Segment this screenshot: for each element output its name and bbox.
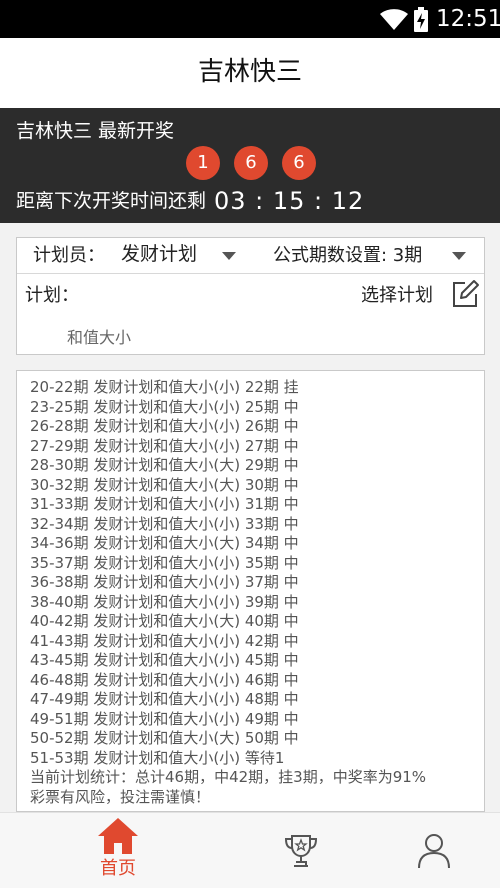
record-row: 35-37期 发财计划和值大小(小) 35期 中 — [30, 553, 299, 572]
periods-select[interactable]: 公式期数设置: 3期 — [273, 243, 422, 268]
record-row: 51-53期 发财计划和值大小(小) 等待1 — [30, 748, 285, 767]
status-time: 12:51 — [436, 6, 500, 32]
record-row: 30-32期 发财计划和值大小(大) 30期 中 — [30, 475, 299, 494]
choose-plan-button[interactable]: 选择计划 — [361, 283, 433, 308]
record-row: 32-34期 发财计划和值大小(小) 33期 中 — [30, 514, 299, 533]
record-row: 31-33期 发财计划和值大小(小) 31期 中 — [30, 495, 299, 513]
trophy-icon[interactable] — [283, 833, 319, 869]
records-list: 20-22期 发财计划和值大小(小) 22期 挂 23-25期 发财计划和值大小… — [30, 378, 426, 807]
countdown-label: 距离下次开奖时间还剩 — [16, 190, 207, 212]
home-icon — [98, 818, 138, 854]
plan-settings-panel: 计划员： 发财计划 公式期数设置: 3期 计划： 选择计划 和值大小 — [16, 237, 485, 355]
plan-records-panel[interactable]: 20-22期 发财计划和值大小(小) 22期 挂 23-25期 发财计划和值大小… — [16, 370, 485, 812]
plan-label: 计划： — [25, 285, 79, 306]
draw-ball: 6 — [234, 146, 268, 180]
countdown-timer: 03 : 15 : 12 — [214, 187, 365, 215]
latest-draw-label: 吉林快三 最新开奖 — [16, 120, 175, 142]
record-row: 43-45期 发财计划和值大小(小) 45期 中 — [30, 651, 299, 669]
planner-dropdown-arrow-icon[interactable] — [222, 252, 236, 260]
plan-settings-row: 计划员： 发财计划 公式期数设置: 3期 — [17, 238, 484, 274]
nav-home-label: 首页 — [100, 858, 136, 879]
record-row: 47-49期 发财计划和值大小(小) 48期 中 — [30, 690, 299, 708]
nav-home[interactable]: 首页 — [90, 817, 146, 883]
status-bar: 12:51 — [0, 0, 500, 38]
app-header: 吉林快三 — [0, 38, 500, 108]
record-row: 27-29期 发财计划和值大小(小) 27期 中 — [30, 436, 299, 455]
risk-warning: 彩票有风险，投注需谨慎！ — [30, 787, 211, 806]
record-row: 46-48期 发财计划和值大小(小) 46期 中 — [30, 670, 299, 689]
record-row: 40-42期 发财计划和值大小(大) 40期 中 — [30, 612, 299, 630]
periods-dropdown-arrow-icon[interactable] — [452, 252, 466, 260]
battery-charging-icon — [414, 7, 428, 32]
record-row: 36-38期 发财计划和值大小(小) 37期 中 — [30, 573, 299, 591]
user-icon[interactable] — [417, 833, 451, 869]
page-title: 吉林快三 — [197, 57, 302, 87]
record-row: 26-28期 发财计划和值大小(小) 26期 中 — [30, 417, 299, 435]
draw-ball: 6 — [282, 146, 316, 180]
record-row: 23-25期 发财计划和值大小(小) 25期 中 — [30, 397, 299, 416]
edit-icon[interactable] — [450, 279, 480, 309]
latest-draw-panel: 吉林快三 最新开奖 1 6 6 距离下次开奖时间还剩 03 : 15 : 12 — [0, 108, 500, 223]
draw-ball: 1 — [186, 146, 220, 180]
planner-select[interactable]: 发财计划 — [121, 242, 197, 267]
record-row: 34-36期 发财计划和值大小(大) 34期 中 — [30, 534, 299, 552]
planner-label: 计划员： — [33, 245, 105, 266]
record-row: 50-52期 发财计划和值大小(大) 50期 中 — [30, 729, 299, 747]
record-row: 41-43期 发财计划和值大小(小) 42期 中 — [30, 631, 299, 650]
draw-balls: 1 6 6 — [0, 146, 500, 180]
wifi-icon — [380, 9, 408, 30]
record-row: 49-51期 发财计划和值大小(小) 49期 中 — [30, 709, 299, 728]
plan-name: 和值大小 — [67, 328, 132, 347]
record-row: 28-30期 发财计划和值大小(大) 29期 中 — [30, 456, 299, 474]
record-row: 20-22期 发财计划和值大小(小) 22期 挂 — [30, 378, 299, 396]
bottom-nav: 首页 — [0, 812, 500, 888]
record-row: 38-40期 发财计划和值大小(小) 39期 中 — [30, 592, 299, 611]
plan-summary: 当前计划统计：总计46期，中42期，挂3期，中奖率为91% — [30, 768, 427, 786]
